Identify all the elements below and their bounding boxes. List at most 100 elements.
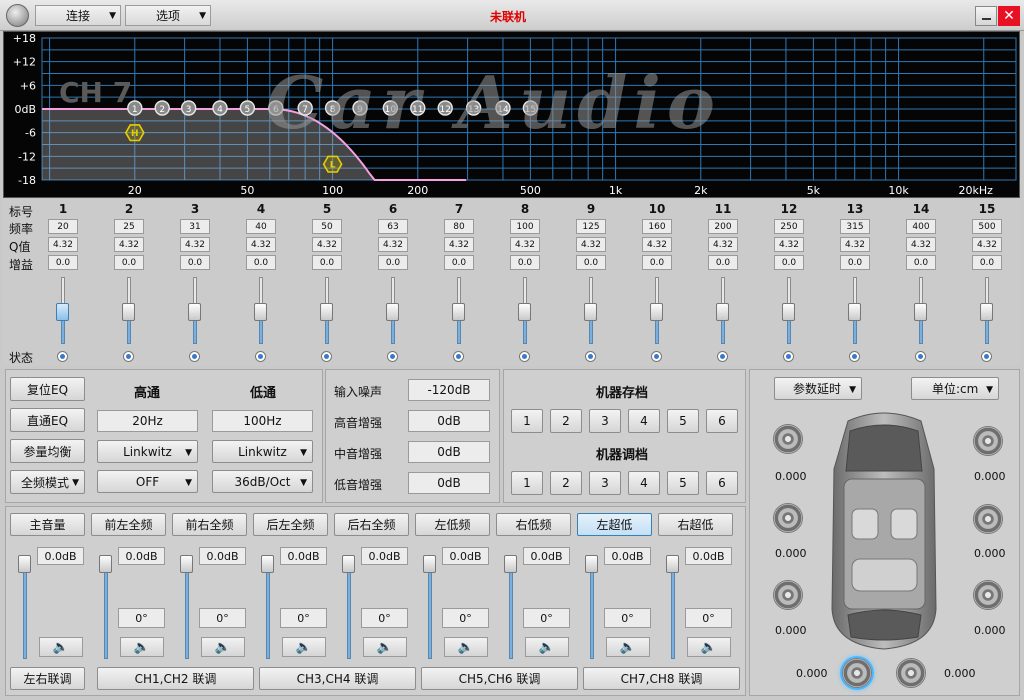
speaker-rl-icon[interactable]	[773, 580, 803, 610]
band-gain-slider-knob[interactable]	[716, 303, 729, 321]
link-channels-button[interactable]: CH5,CH6 联调	[421, 667, 578, 690]
band-gain-slider-knob[interactable]	[650, 303, 663, 321]
band-gain-slider-knob[interactable]	[452, 303, 465, 321]
band-gain-field[interactable]: 0.0	[972, 255, 1002, 270]
band-gain-slider-knob[interactable]	[914, 303, 927, 321]
minimize-button[interactable]	[975, 6, 997, 26]
band-q-field[interactable]: 4.32	[48, 237, 78, 252]
mid-value-field[interactable]: 0dB	[408, 441, 490, 463]
band-gain-field[interactable]: 0.0	[708, 255, 738, 270]
band-gain-slider-knob[interactable]	[254, 303, 267, 321]
band-freq-field[interactable]: 400	[906, 219, 936, 234]
channel-phase-field[interactable]: 0°	[118, 608, 165, 628]
band-q-field[interactable]: 4.32	[840, 237, 870, 252]
band-gain-field[interactable]: 0.0	[48, 255, 78, 270]
link-channels-button[interactable]: CH1,CH2 联调	[97, 667, 254, 690]
band-state-toggle[interactable]	[453, 351, 464, 362]
channel-mute-button[interactable]: 🔈	[282, 637, 326, 657]
highpass-type-dropdown[interactable]: Linkwitz ▼	[97, 440, 198, 463]
channel-volume-slider-knob[interactable]	[99, 555, 112, 573]
band-state-toggle[interactable]	[255, 351, 266, 362]
band-q-field[interactable]: 4.32	[312, 237, 342, 252]
band-state-toggle[interactable]	[519, 351, 530, 362]
channel-db-field[interactable]: 0.0dB	[199, 547, 246, 565]
band-gain-slider-knob[interactable]	[56, 303, 69, 321]
band-state-toggle[interactable]	[585, 351, 596, 362]
delay-fr-value[interactable]: 0.000	[974, 470, 1006, 483]
band-state-toggle[interactable]	[189, 351, 200, 362]
save-preset-4-button[interactable]: 4	[628, 409, 660, 433]
band-gain-slider-knob[interactable]	[980, 303, 993, 321]
channel-db-field[interactable]: 0.0dB	[361, 547, 408, 565]
band-freq-field[interactable]: 250	[774, 219, 804, 234]
channel-mute-button[interactable]: 🔈	[120, 637, 164, 657]
band-state-toggle[interactable]	[981, 351, 992, 362]
band-gain-slider-knob[interactable]	[584, 303, 597, 321]
channel-volume-slider-knob[interactable]	[342, 555, 355, 573]
channel-select-button[interactable]: 左超低	[577, 513, 652, 536]
channel-mute-button[interactable]: 🔈	[606, 637, 650, 657]
channel-volume-slider-knob[interactable]	[504, 555, 517, 573]
channel-volume-slider-knob[interactable]	[180, 555, 193, 573]
channel-mute-button[interactable]: 🔈	[363, 637, 407, 657]
delay-ml-value[interactable]: 0.000	[775, 547, 807, 560]
band-q-field[interactable]: 4.32	[576, 237, 606, 252]
band-state-toggle[interactable]	[783, 351, 794, 362]
channel-db-field[interactable]: 0.0dB	[37, 547, 84, 565]
band-gain-field[interactable]: 0.0	[576, 255, 606, 270]
band-state-toggle[interactable]	[717, 351, 728, 362]
band-gain-slider-knob[interactable]	[320, 303, 333, 321]
band-gain-field[interactable]: 0.0	[642, 255, 672, 270]
band-gain-field[interactable]: 0.0	[444, 255, 474, 270]
channel-select-button[interactable]: 后右全频	[334, 513, 409, 536]
channel-mute-button[interactable]: 🔈	[444, 637, 488, 657]
save-preset-1-button[interactable]: 1	[511, 409, 543, 433]
band-state-toggle[interactable]	[321, 351, 332, 362]
treble-value-field[interactable]: 0dB	[408, 410, 490, 432]
lowpass-freq-field[interactable]: 100Hz	[212, 410, 313, 432]
delay-sub-l-value[interactable]: 0.000	[796, 667, 828, 680]
load-preset-1-button[interactable]: 1	[511, 471, 543, 495]
band-freq-field[interactable]: 80	[444, 219, 474, 234]
band-state-toggle[interactable]	[387, 351, 398, 362]
bypass-eq-button[interactable]: 直通EQ	[10, 408, 85, 432]
save-preset-2-button[interactable]: 2	[550, 409, 582, 433]
band-gain-slider-knob[interactable]	[122, 303, 135, 321]
band-freq-field[interactable]: 50	[312, 219, 342, 234]
band-state-toggle[interactable]	[123, 351, 134, 362]
link-channels-button[interactable]: CH7,CH8 联调	[583, 667, 740, 690]
speaker-mr-icon[interactable]	[973, 504, 1003, 534]
channel-db-field[interactable]: 0.0dB	[118, 547, 165, 565]
band-freq-field[interactable]: 125	[576, 219, 606, 234]
band-q-field[interactable]: 4.32	[642, 237, 672, 252]
band-freq-field[interactable]: 160	[642, 219, 672, 234]
channel-phase-field[interactable]: 0°	[361, 608, 408, 628]
options-menu[interactable]: 选项 ▼	[125, 5, 211, 26]
band-gain-field[interactable]: 0.0	[312, 255, 342, 270]
link-lr-button[interactable]: 左右联调	[10, 667, 85, 690]
reset-eq-button[interactable]: 复位EQ	[10, 377, 85, 401]
band-gain-field[interactable]: 0.0	[378, 255, 408, 270]
band-q-field[interactable]: 4.32	[906, 237, 936, 252]
channel-db-field[interactable]: 0.0dB	[523, 547, 570, 565]
eq-graph[interactable]: +18 +12 +6 0dB -6 -12 -18 20 50 100 200 500 1k 2k 5k 10…	[3, 31, 1020, 198]
channel-phase-field[interactable]: 0°	[442, 608, 489, 628]
channel-select-button[interactable]: 主音量	[10, 513, 85, 536]
channel-volume-slider-knob[interactable]	[585, 555, 598, 573]
channel-phase-field[interactable]: 0°	[685, 608, 732, 628]
band-q-field[interactable]: 4.32	[114, 237, 144, 252]
delay-unit-dropdown[interactable]: 单位:cm ▼	[911, 377, 999, 400]
channel-mute-button[interactable]: 🔈	[525, 637, 569, 657]
channel-volume-slider-knob[interactable]	[261, 555, 274, 573]
speaker-sub-l-icon[interactable]	[842, 658, 872, 688]
channel-mute-button[interactable]: 🔈	[687, 637, 731, 657]
channel-mute-button[interactable]: 🔈	[39, 637, 83, 657]
save-preset-5-button[interactable]: 5	[667, 409, 699, 433]
channel-phase-field[interactable]: 0°	[280, 608, 327, 628]
band-q-field[interactable]: 4.32	[180, 237, 210, 252]
channel-db-field[interactable]: 0.0dB	[442, 547, 489, 565]
band-gain-slider-knob[interactable]	[848, 303, 861, 321]
connect-menu[interactable]: 连接 ▼	[35, 5, 121, 26]
band-gain-slider-knob[interactable]	[782, 303, 795, 321]
band-gain-slider-knob[interactable]	[188, 303, 201, 321]
